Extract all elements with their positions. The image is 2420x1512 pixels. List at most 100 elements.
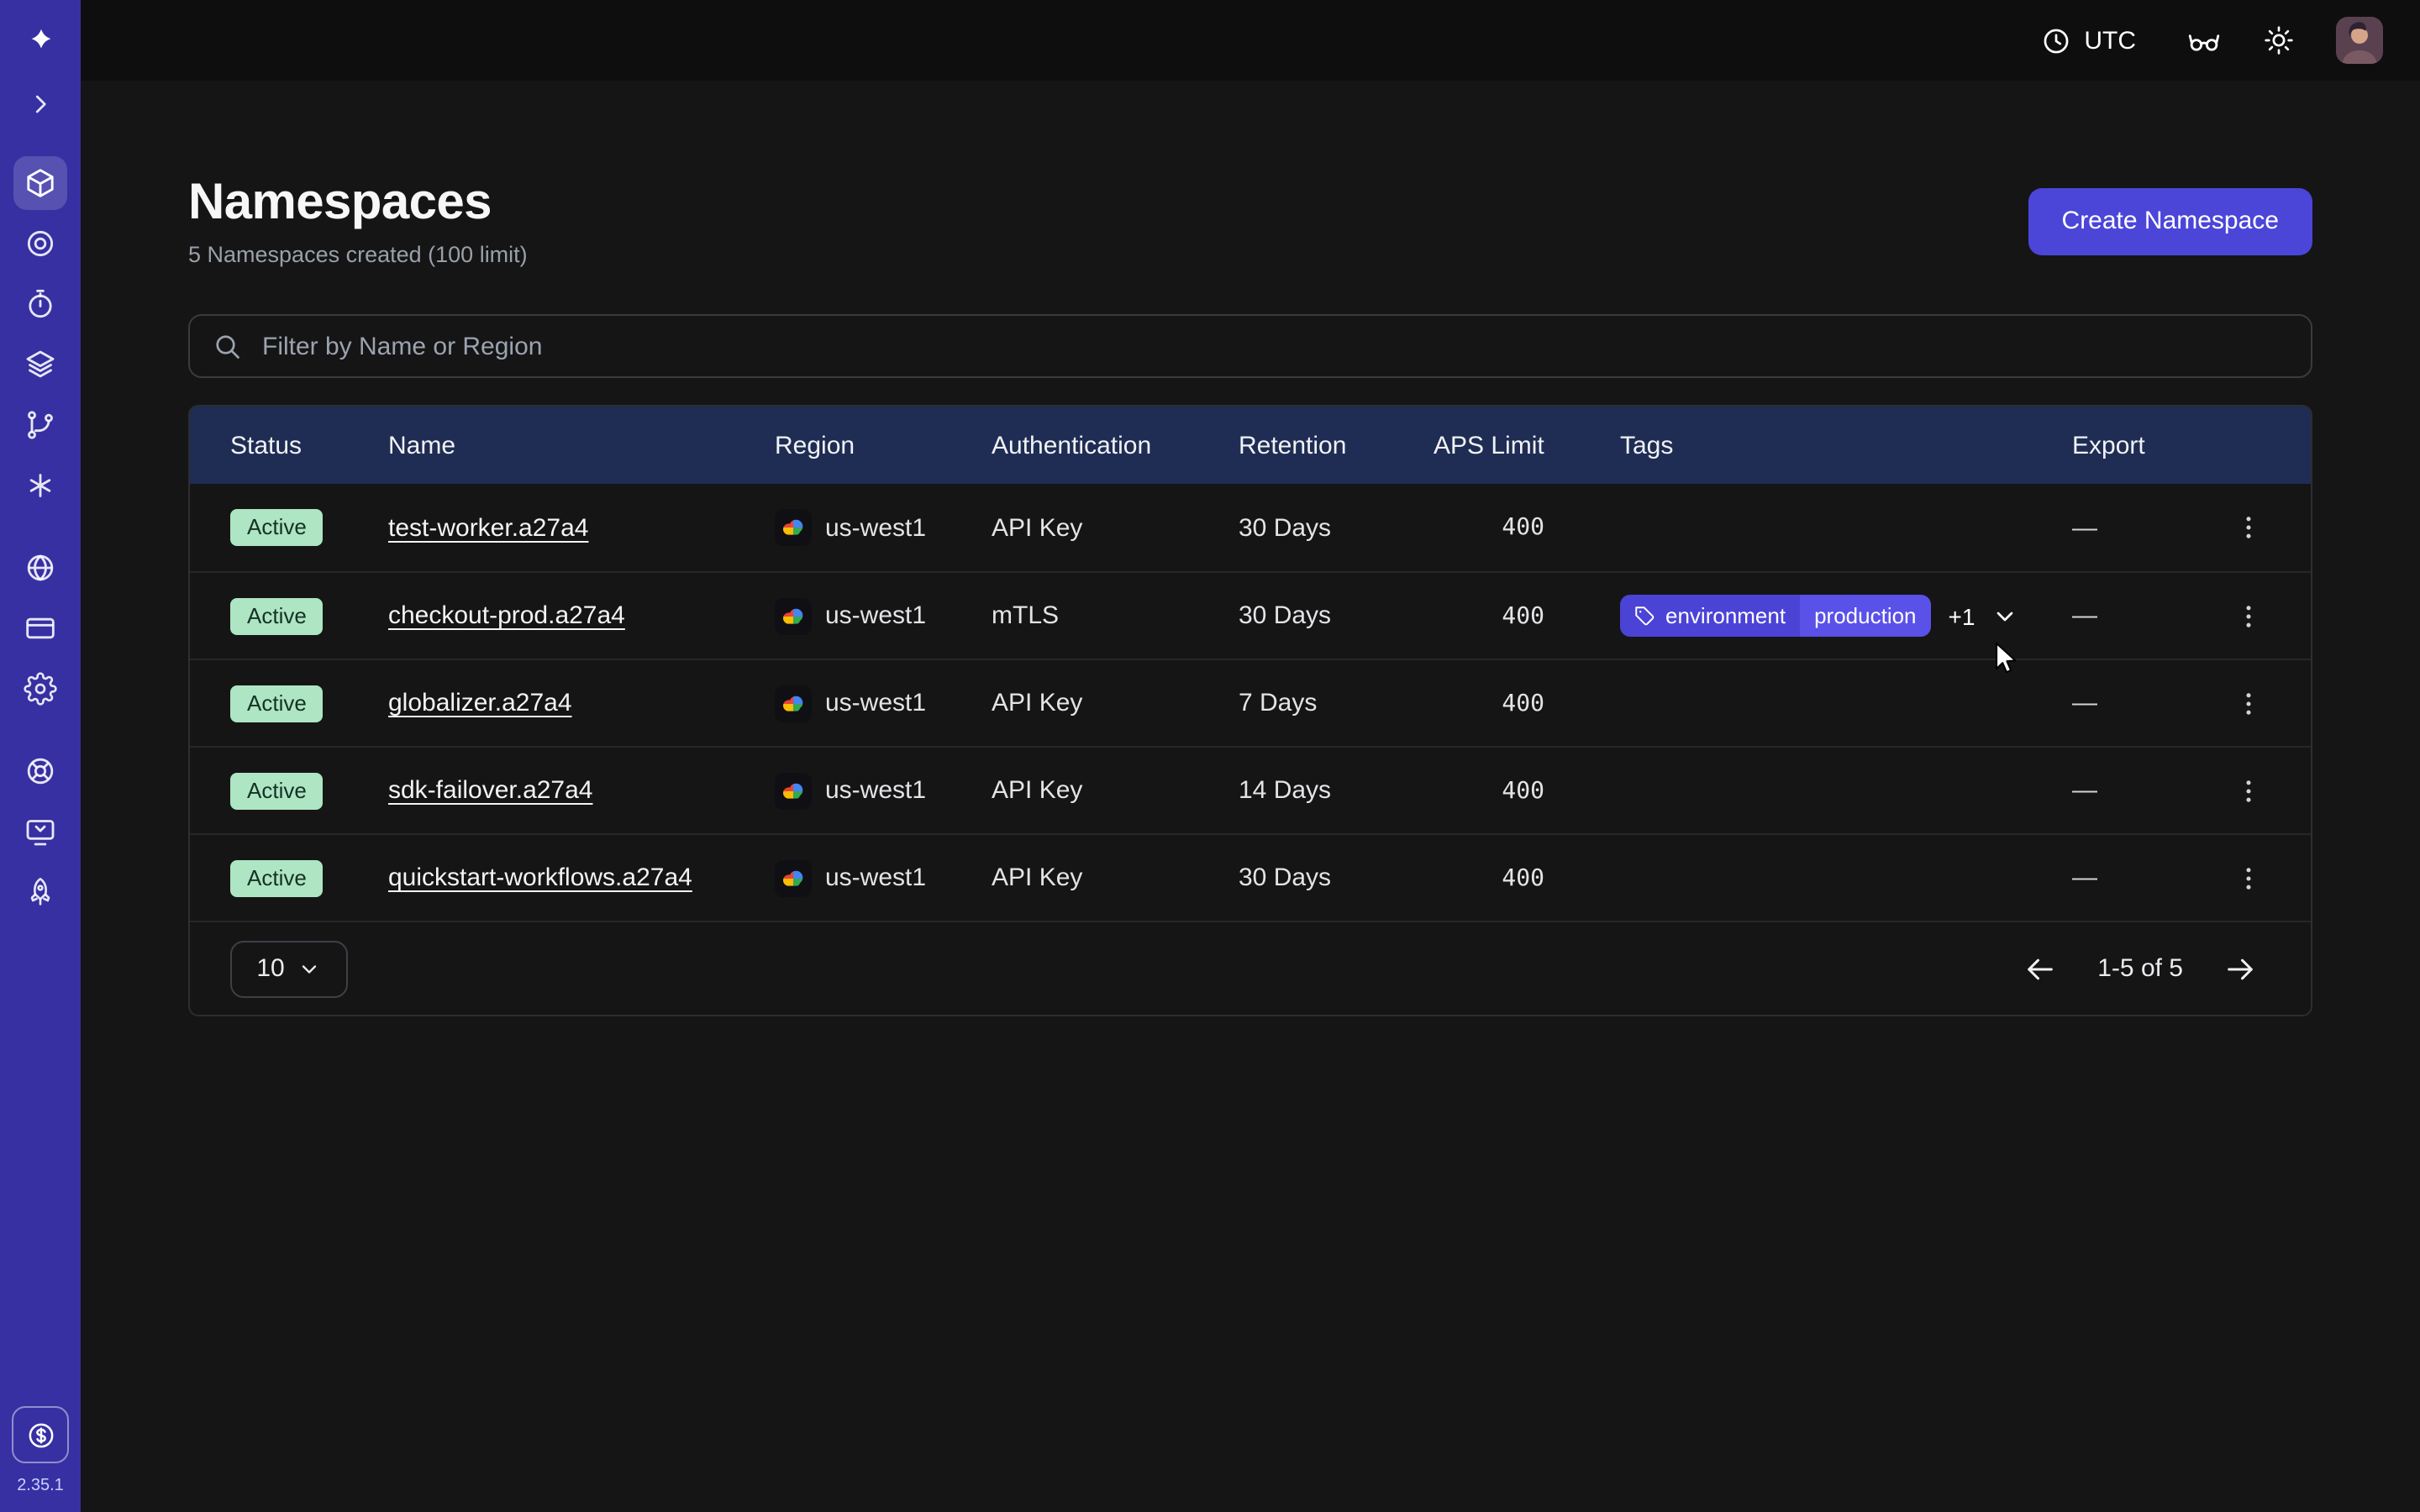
aps-limit-value: 400 bbox=[1434, 602, 1620, 629]
export-value: — bbox=[2072, 513, 2207, 542]
version-label: 2.35.1 bbox=[17, 1477, 64, 1495]
tag-more-count: +1 bbox=[1949, 602, 1975, 629]
row-menu-button[interactable] bbox=[2227, 594, 2270, 638]
retention-label: 30 Days bbox=[1239, 601, 1434, 630]
retention-label: 14 Days bbox=[1239, 776, 1434, 805]
tag-icon bbox=[1634, 605, 1655, 627]
region-label: us-west1 bbox=[825, 689, 926, 717]
usage-icon[interactable] bbox=[12, 1406, 69, 1463]
col-tags: Tags bbox=[1620, 431, 2072, 459]
tag-value-label: production bbox=[1799, 595, 1931, 637]
table-body: Active test-worker.a27a4 us-west1 API Ke… bbox=[190, 484, 2311, 921]
namespace-link[interactable]: quickstart-workflows.a27a4 bbox=[388, 864, 692, 892]
sidebar-nav-account bbox=[13, 541, 67, 716]
auth-label: API Key bbox=[992, 689, 1239, 717]
sidebar-nav-primary bbox=[13, 156, 67, 512]
temporal-logo[interactable] bbox=[26, 0, 55, 81]
namespace-link[interactable]: checkout-prod.a27a4 bbox=[388, 601, 625, 630]
row-menu-button[interactable] bbox=[2227, 769, 2270, 812]
table-row: Active globalizer.a27a4 us-west1 API Key… bbox=[190, 659, 2311, 746]
table-footer: 10 1-5 of 5 bbox=[190, 921, 2311, 1015]
col-region: Region bbox=[775, 431, 992, 459]
gcp-cloud-icon bbox=[775, 597, 812, 634]
docs-icon[interactable] bbox=[13, 805, 67, 858]
col-name: Name bbox=[388, 431, 775, 459]
create-namespace-button[interactable]: Create Namespace bbox=[2028, 187, 2312, 255]
table-header-row: Status Name Region Authentication Retent… bbox=[190, 407, 2311, 484]
auth-label: API Key bbox=[992, 513, 1239, 542]
chevron-down-icon bbox=[298, 957, 322, 980]
settings-gear-icon[interactable] bbox=[13, 662, 67, 716]
status-badge: Active bbox=[230, 859, 324, 896]
deployments-icon[interactable] bbox=[13, 338, 67, 391]
namespaces-icon[interactable] bbox=[13, 156, 67, 210]
auth-label: API Key bbox=[992, 864, 1239, 892]
expand-chevron-icon[interactable] bbox=[13, 81, 67, 128]
search-field bbox=[188, 314, 2312, 378]
row-menu-button[interactable] bbox=[2227, 506, 2270, 549]
tags-expand-chevron-icon[interactable] bbox=[1991, 602, 2018, 629]
theme-toggle-sun-icon[interactable] bbox=[2262, 24, 2296, 57]
region-label: us-west1 bbox=[825, 601, 926, 630]
col-retention: Retention bbox=[1239, 431, 1434, 459]
export-value: — bbox=[2072, 689, 2207, 717]
gcp-cloud-icon bbox=[775, 509, 812, 546]
aps-limit-value: 400 bbox=[1434, 514, 1620, 541]
task-queues-icon[interactable] bbox=[13, 398, 67, 452]
topbar: UTC bbox=[81, 0, 2420, 81]
row-menu-button[interactable] bbox=[2227, 856, 2270, 900]
schedules-icon[interactable] bbox=[13, 277, 67, 331]
page-subtitle: 5 Namespaces created (100 limit) bbox=[188, 242, 528, 267]
sidebar-nav-help bbox=[13, 744, 67, 919]
tag-chip[interactable]: environment production bbox=[1620, 595, 1932, 637]
table-row: Active sdk-failover.a27a4 us-west1 API K… bbox=[190, 746, 2311, 833]
status-badge: Active bbox=[230, 772, 324, 809]
status-badge: Active bbox=[230, 597, 324, 634]
table-row: Active quickstart-workflows.a27a4 us-wes… bbox=[190, 833, 2311, 921]
sidebar-bottom: 2.35.1 bbox=[12, 1406, 69, 1512]
nexus-icon[interactable] bbox=[13, 459, 67, 512]
region-label: us-west1 bbox=[825, 513, 926, 542]
sidebar: 2.35.1 bbox=[0, 0, 81, 1512]
search-input[interactable] bbox=[259, 330, 2289, 362]
namespace-link[interactable]: sdk-failover.a27a4 bbox=[388, 776, 593, 805]
prev-page-button[interactable] bbox=[2017, 945, 2064, 992]
namespaces-page: Namespaces 5 Namespaces created (100 lim… bbox=[81, 81, 2420, 1016]
table-row: Active checkout-prod.a27a4 us-west1 mTLS… bbox=[190, 571, 2311, 659]
clock-icon bbox=[2040, 24, 2072, 56]
tag-key-label: environment bbox=[1665, 603, 1786, 628]
getting-started-rocket-icon[interactable] bbox=[13, 865, 67, 919]
workflows-icon[interactable] bbox=[13, 217, 67, 270]
gcp-cloud-icon bbox=[775, 859, 812, 896]
support-lifebuoy-icon[interactable] bbox=[13, 744, 67, 798]
row-menu-button[interactable] bbox=[2227, 681, 2270, 725]
col-authentication: Authentication bbox=[992, 431, 1239, 459]
region-label: us-west1 bbox=[825, 776, 926, 805]
auth-label: mTLS bbox=[992, 601, 1239, 630]
connectivity-icon[interactable] bbox=[13, 541, 67, 595]
retention-label: 30 Days bbox=[1239, 864, 1434, 892]
region-label: us-west1 bbox=[825, 864, 926, 892]
search-icon bbox=[212, 331, 242, 361]
billing-icon[interactable] bbox=[13, 601, 67, 655]
export-value: — bbox=[2072, 601, 2207, 630]
export-value: — bbox=[2072, 864, 2207, 892]
user-avatar[interactable] bbox=[2336, 17, 2383, 64]
aps-limit-value: 400 bbox=[1434, 864, 1620, 891]
retention-label: 7 Days bbox=[1239, 689, 1434, 717]
retention-label: 30 Days bbox=[1239, 513, 1434, 542]
export-value: — bbox=[2072, 776, 2207, 805]
namespace-link[interactable]: globalizer.a27a4 bbox=[388, 689, 572, 717]
pagination-range: 1-5 of 5 bbox=[2097, 954, 2183, 983]
glasses-icon[interactable] bbox=[2186, 23, 2222, 58]
page-size-value: 10 bbox=[256, 954, 284, 983]
next-page-button[interactable] bbox=[2217, 945, 2264, 992]
aps-limit-value: 400 bbox=[1434, 690, 1620, 717]
timezone-label: UTC bbox=[2084, 26, 2136, 55]
namespace-link[interactable]: test-worker.a27a4 bbox=[388, 513, 588, 542]
page-size-select[interactable]: 10 bbox=[230, 940, 348, 997]
gcp-cloud-icon bbox=[775, 772, 812, 809]
col-export: Export bbox=[2072, 431, 2207, 459]
timezone-button[interactable]: UTC bbox=[2030, 23, 2146, 58]
col-aps-limit: APS Limit bbox=[1434, 431, 1620, 459]
